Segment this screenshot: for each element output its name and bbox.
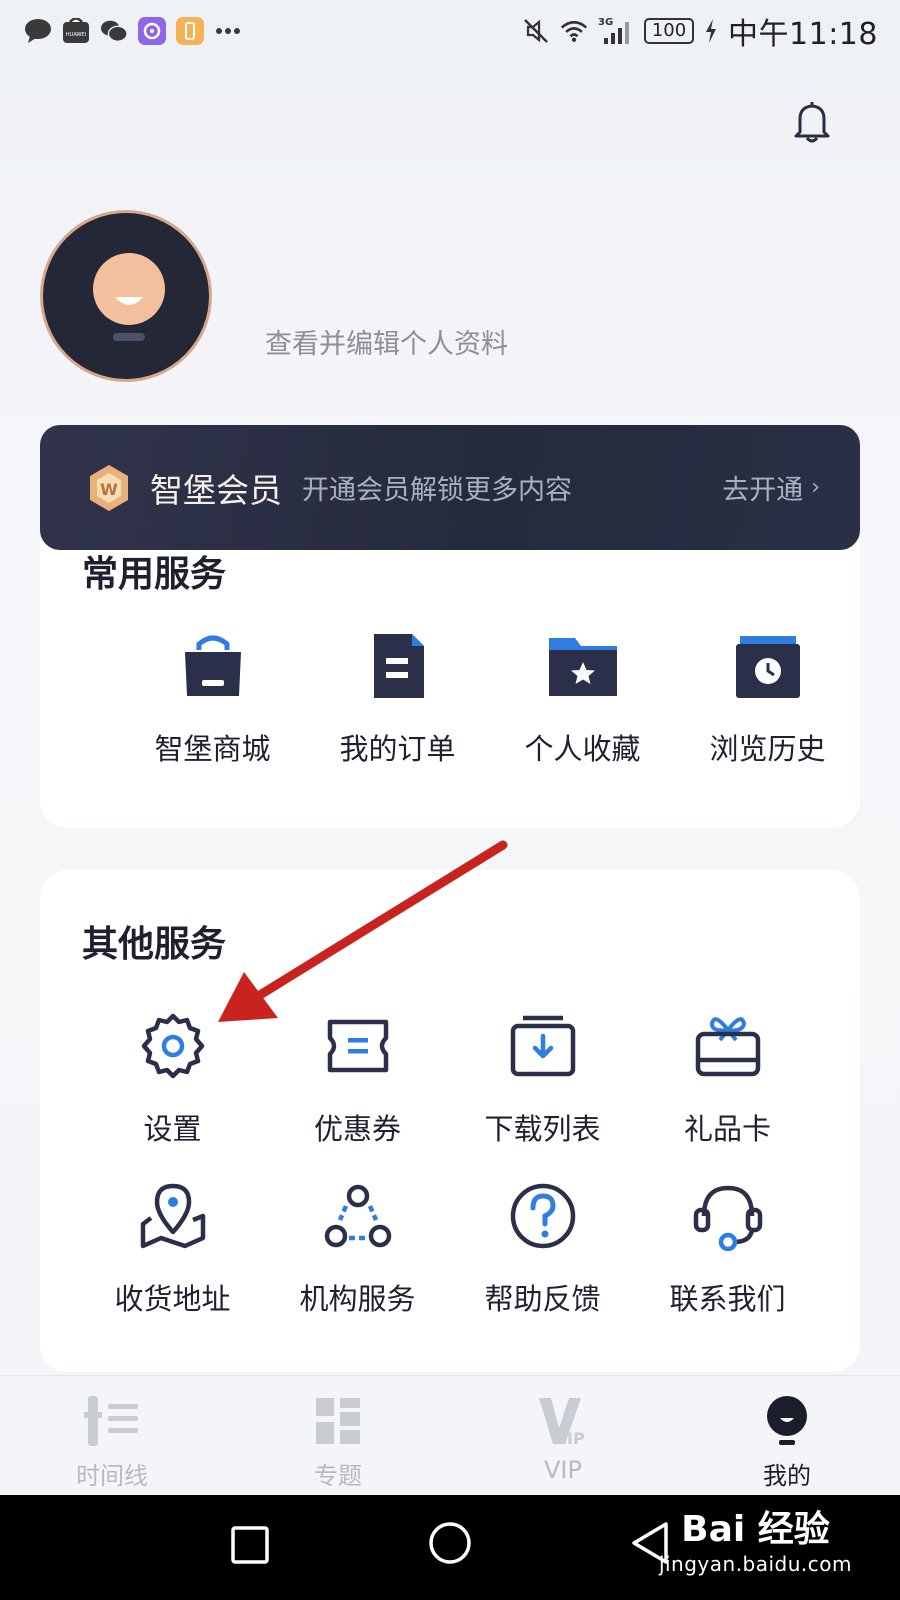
vip-badge-icon: W [90,464,128,511]
service-history[interactable]: 浏览历史 [675,630,860,780]
location-pin-icon [140,1183,205,1249]
message-icon [24,17,52,45]
service-label: 智堡商城 [154,732,271,766]
tab-topics[interactable]: 专题 [268,1394,408,1491]
service-label: 优惠券 [313,1112,401,1146]
headset-icon [693,1185,762,1252]
watermark-url: jingyan.baidu.com [658,1552,852,1576]
vip-title: 智堡会员 [150,470,282,510]
tab-timeline[interactable]: 时间线 [42,1394,182,1491]
common-services-card: 常用服务 智堡商城 我的订单 个人收藏 浏览历史 [40,520,860,828]
notification-icons: HUAWEI [24,17,242,45]
service-label: 设置 [143,1112,202,1146]
organization-icon [324,1184,391,1248]
home-button[interactable] [428,1521,472,1569]
circle-icon [429,1522,471,1564]
notification-bell-icon[interactable] [792,100,832,144]
wechat-icon [100,17,128,45]
service-contact[interactable]: 联系我们 [635,1180,820,1330]
tab-vip[interactable]: IP VIP [493,1394,633,1484]
service-organization[interactable]: 机构服务 [265,1180,450,1330]
status-bar: HUAWEI 3G 100 中午11:18 [0,0,900,62]
service-coupons[interactable]: 优惠券 [265,1010,450,1160]
profile-icon [767,1396,807,1445]
huawei-app-icon: HUAWEI [62,17,90,45]
service-label: 联系我们 [669,1282,786,1316]
tab-label: 我的 [763,1462,811,1490]
clock: 中午11:18 [728,17,878,52]
timeline-icon [84,1396,138,1446]
vip-description: 开通会员解锁更多内容 [302,475,572,506]
favorites-folder-icon [548,638,617,696]
other-services-card: 其他服务 设置 优惠券 下载列表 礼品卡 收货地址 机构服务 帮助反馈 联系我们 [40,870,860,1372]
service-orders[interactable]: 我的订单 [305,630,490,780]
vip-icon: IP [539,1398,585,1448]
service-downloads[interactable]: 下载列表 [450,1010,635,1160]
service-settings[interactable]: 设置 [80,1010,265,1160]
service-label: 浏览历史 [709,732,826,766]
purple-app-icon [138,17,166,45]
coupon-icon [327,1019,388,1073]
system-status: 3G 100 中午11:18 [522,9,878,53]
service-favorites[interactable]: 个人收藏 [490,630,675,780]
common-services-title: 常用服务 [82,554,227,595]
svg-text:HUAWEI: HUAWEI [66,32,86,38]
avatar[interactable] [40,210,212,382]
service-gift-card[interactable]: 礼品卡 [635,1010,820,1160]
gear-icon [141,1013,204,1079]
order-document-icon [373,634,424,698]
tab-mine[interactable]: 我的 [717,1394,857,1491]
service-address[interactable]: 收货地址 [80,1180,265,1330]
svg-text:W: W [100,480,118,499]
service-label: 下载列表 [484,1112,601,1146]
download-icon [510,1015,575,1077]
service-label: 礼品卡 [683,1112,771,1146]
service-label: 个人收藏 [524,732,641,766]
service-label: 我的订单 [339,732,456,766]
orange-app-icon [176,17,204,45]
watermark-logo: Bai 经验 [681,1509,830,1550]
battery-indicator: 100 [644,18,695,44]
tab-label: 时间线 [76,1462,148,1490]
edit-profile-link[interactable]: 查看并编辑个人资料 [265,322,508,361]
service-label: 帮助反馈 [484,1282,601,1316]
chevron-right-icon: › [811,475,820,500]
service-label: 收货地址 [114,1282,231,1316]
tab-label: 专题 [314,1462,362,1490]
svg-text:IP: IP [567,1429,585,1448]
gift-card-icon [695,1017,760,1077]
topics-grid-icon [316,1398,360,1444]
more-notifications-icon [214,17,242,45]
baidu-jingyan-watermark: Bai 经验 jingyan.baidu.com [659,1500,852,1576]
service-help[interactable]: 帮助反馈 [450,1180,635,1330]
other-services-title: 其他服务 [82,924,227,965]
charging-icon [704,17,718,45]
cellular-signal-icon: 3G [598,17,634,45]
square-icon [231,1526,269,1564]
shopping-bag-icon [184,635,241,696]
recent-apps-button[interactable] [230,1525,270,1569]
vip-membership-banner[interactable]: W 智堡会员 开通会员解锁更多内容 去开通 › [40,425,860,550]
wifi-icon [560,17,588,45]
mute-icon [522,17,550,45]
bottom-tab-bar: 时间线 专题 IP VIP 我的 [0,1375,900,1495]
tab-label: VIP [544,1456,582,1484]
service-label: 机构服务 [299,1282,416,1316]
network-type-label: 3G [598,17,613,28]
vip-activate-button[interactable]: 去开通 [722,468,803,507]
history-clock-icon [735,636,800,698]
service-mall[interactable]: 智堡商城 [120,630,305,780]
help-question-icon [510,1183,575,1249]
